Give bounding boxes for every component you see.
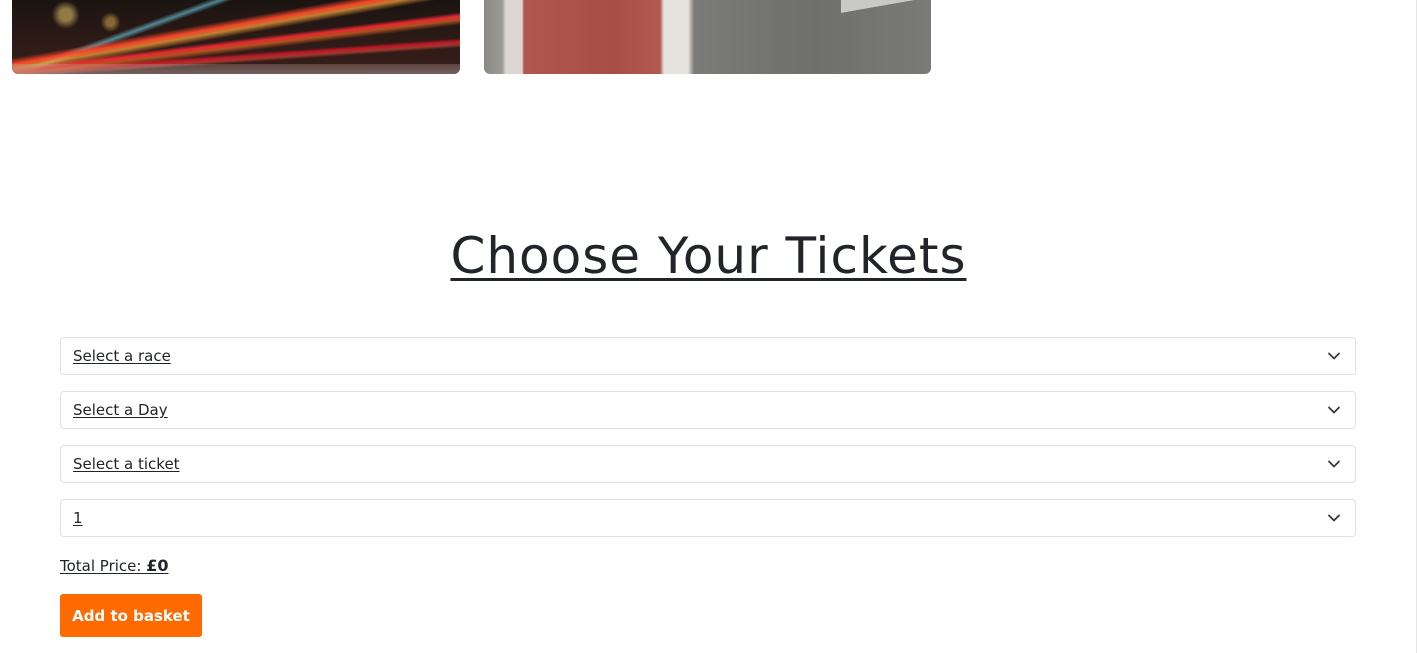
quantity-select-value: 1 [73, 509, 83, 527]
race-select-value: Select a race [73, 347, 171, 365]
ticket-page: Choose Your Tickets Select a race Select… [0, 0, 1417, 653]
day-select-value: Select a Day [73, 401, 168, 419]
night-traffic-image [12, 0, 460, 74]
total-price-amount: £0 [146, 556, 169, 575]
quantity-select[interactable]: 1 [60, 499, 1356, 537]
page-title: Choose Your Tickets [0, 222, 1417, 290]
total-price: Total Price: £0 [60, 555, 169, 577]
ticket-select[interactable]: Select a ticket [60, 445, 1356, 483]
chevron-down-icon [1328, 514, 1340, 522]
chevron-down-icon [1328, 352, 1340, 360]
race-track-image [484, 0, 931, 74]
day-select[interactable]: Select a Day [60, 391, 1356, 429]
total-price-label: Total Price: [60, 557, 142, 575]
chevron-down-icon [1328, 406, 1340, 414]
add-to-basket-button[interactable]: Add to basket [60, 594, 202, 637]
race-select[interactable]: Select a race [60, 337, 1356, 375]
ticket-select-value: Select a ticket [73, 455, 180, 473]
page-title-text: Choose Your Tickets [450, 227, 967, 285]
chevron-down-icon [1328, 460, 1340, 468]
